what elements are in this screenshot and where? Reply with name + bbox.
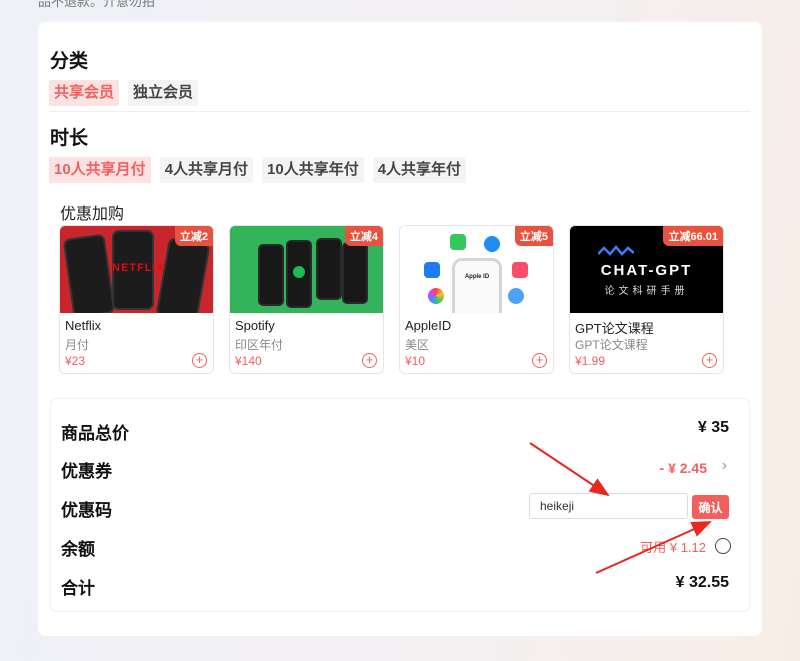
plus-circle-icon[interactable]: +: [192, 353, 207, 368]
addon-price: ¥23: [65, 354, 86, 368]
music-icon: [512, 262, 528, 278]
messages-icon: [484, 236, 500, 252]
promo-code-row: 优惠码 确认: [61, 492, 739, 522]
plus-circle-icon[interactable]: +: [362, 353, 377, 368]
duration-option-10-monthly[interactable]: 10人共享月付: [49, 157, 151, 183]
balance-available: 可用 ¥ 1.12: [640, 540, 706, 555]
addon-card-gpt[interactable]: CHAT-GPT 论文科研手册 立减66.01 GPT论文课程 GPT论文课程 …: [569, 225, 724, 374]
gpt-thumbnail: CHAT-GPT 论文科研手册 立减66.01: [570, 226, 723, 313]
order-summary: 商品总价 ¥ 35 优惠券 - ¥ 2.45 › 优惠码 确认 余额 可用 ¥ …: [50, 398, 750, 612]
addon-price: ¥1.99: [575, 354, 606, 368]
promo-code-input[interactable]: [529, 493, 688, 519]
addon-card-netflix[interactable]: NETFLIX 立减2 Netflix 月付 ¥23 +: [59, 225, 214, 374]
appleid-thumbnail: Apple ID 立减5: [400, 226, 553, 313]
gpt-thumb-title: CHAT-GPT: [600, 262, 693, 279]
balance-label: 余额: [61, 540, 95, 559]
total-value: ¥ 35: [697, 419, 729, 436]
addon-list: NETFLIX 立减2 Netflix 月付 ¥23 + 立减4 Spotify: [59, 225, 724, 374]
confirm-button[interactable]: 确认: [692, 495, 729, 519]
addon-card-spotify[interactable]: 立减4 Spotify 印区年付 ¥140 +: [229, 225, 384, 374]
netflix-logo: NETFLIX: [112, 262, 165, 274]
appleid-screen-text: Apple ID: [464, 274, 490, 280]
promo-code-label: 优惠码: [61, 501, 112, 520]
addon-name: Spotify: [235, 318, 275, 333]
duration-option-4-monthly[interactable]: 4人共享月付: [159, 157, 254, 183]
wave-icon: [598, 245, 634, 256]
addons-title: 优惠加购: [60, 206, 125, 223]
app-store-icon: [424, 262, 440, 278]
photos-icon: [428, 288, 444, 304]
addon-plan: 美区: [405, 338, 430, 352]
addon-card-appleid[interactable]: Apple ID 立减5 AppleID 美区 ¥10 +: [399, 225, 554, 374]
addon-name: Netflix: [65, 318, 102, 333]
facetime-icon: [450, 234, 466, 250]
addon-name: GPT论文课程: [575, 321, 654, 336]
duration-options: 10人共享月付 4人共享月付 10人共享年付 4人共享年付: [49, 157, 467, 183]
addon-name: AppleID: [405, 318, 452, 333]
category-option-independent[interactable]: 独立会员: [128, 80, 199, 106]
duration-option-10-yearly[interactable]: 10人共享年付: [262, 157, 364, 183]
coupon-label: 优惠券: [61, 462, 112, 481]
coupon-row[interactable]: 优惠券 - ¥ 2.45 ›: [61, 453, 739, 483]
total-label: 商品总价: [61, 424, 129, 443]
icloud-icon: [508, 288, 524, 304]
total-row: 商品总价 ¥ 35: [61, 415, 739, 445]
discount-badge: 立减66.01: [663, 226, 723, 246]
plus-circle-icon[interactable]: +: [532, 353, 547, 368]
category-options: 共享会员 独立会员: [49, 80, 199, 106]
balance-radio[interactable]: [715, 538, 731, 554]
netflix-thumbnail: NETFLIX 立减2: [60, 226, 213, 313]
balance-row: 余额 可用 ¥ 1.12: [61, 531, 739, 561]
chevron-right-icon[interactable]: ›: [722, 457, 727, 475]
spotify-thumbnail: 立减4: [230, 226, 383, 313]
discount-badge: 立减2: [174, 226, 213, 246]
coupon-value: - ¥ 2.45: [659, 460, 707, 476]
grand-total-label: 合计: [61, 579, 95, 598]
plus-circle-icon[interactable]: +: [702, 353, 717, 368]
divider: [50, 111, 750, 112]
addon-price: ¥140: [235, 354, 262, 368]
category-title: 分类: [50, 51, 89, 72]
addon-plan: GPT论文课程: [575, 338, 648, 352]
addon-plan: 印区年付: [235, 338, 284, 352]
addon-price: ¥10: [405, 354, 426, 368]
spotify-logo-icon: [293, 266, 305, 278]
discount-badge: 立减5: [514, 226, 553, 246]
addon-plan: 月付: [65, 338, 90, 352]
grand-total-value: ¥ 32.55: [675, 574, 729, 591]
grand-total-row: 合计 ¥ 32.55: [61, 570, 739, 600]
gpt-thumb-subtitle: 论文科研手册: [604, 286, 689, 297]
duration-title: 时长: [50, 128, 89, 149]
page-note: 品不退款。介意勿拍: [38, 0, 156, 9]
order-card: 分类 共享会员 独立会员 时长 10人共享月付 4人共享月付 10人共享年付 4…: [38, 22, 762, 636]
duration-option-4-yearly[interactable]: 4人共享年付: [372, 157, 467, 183]
category-option-shared[interactable]: 共享会员: [49, 80, 120, 106]
discount-badge: 立减4: [344, 226, 383, 246]
